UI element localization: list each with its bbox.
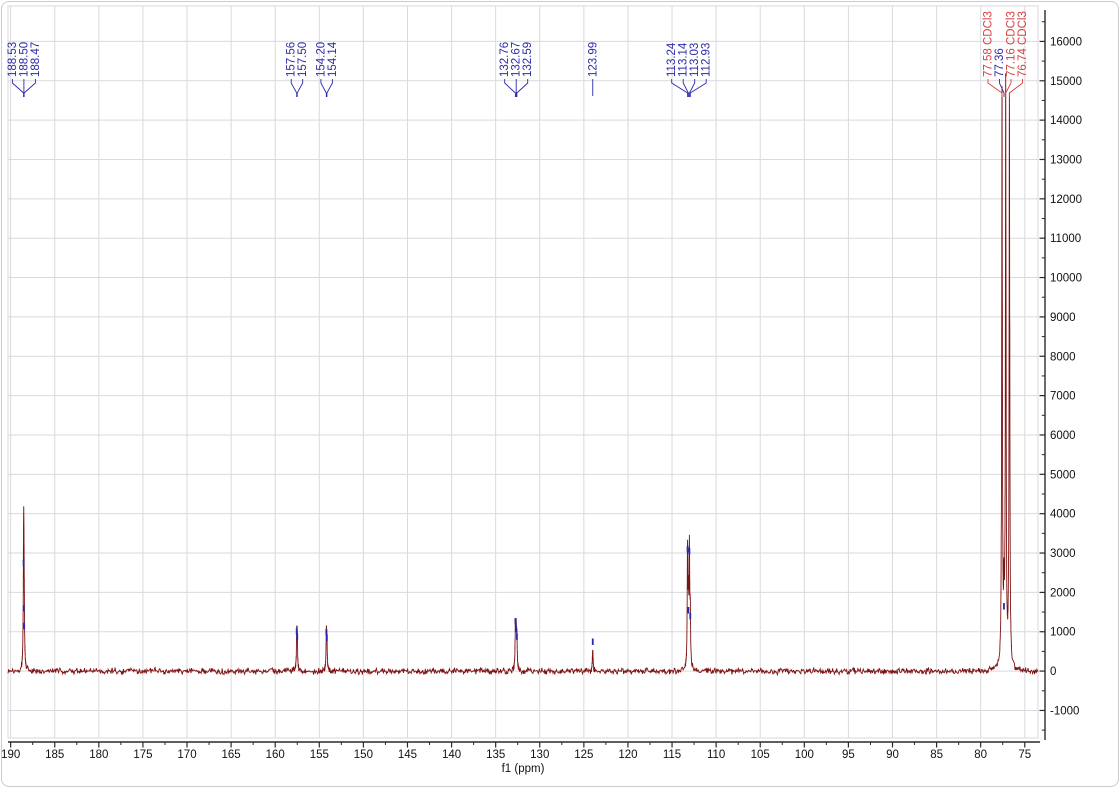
peak-label-connector — [517, 79, 528, 97]
x-axis-title: f1 (ppm) — [502, 763, 545, 775]
y-axis-tick-label: 15000 — [1050, 76, 1082, 88]
y-axis-tick-label: 16000 — [1050, 36, 1082, 48]
peak-label-connector — [690, 79, 706, 97]
x-axis-tick-label: 115 — [663, 749, 681, 761]
peak-label[interactable]: 132.76 — [499, 42, 511, 77]
x-axis-tick-label: 145 — [398, 749, 417, 761]
peak-label-connector — [297, 79, 303, 97]
peak-label[interactable]: 154.20 — [315, 42, 327, 77]
x-axis-tick-label: 85 — [930, 749, 943, 761]
peak-label[interactable]: 157.50 — [297, 42, 309, 77]
x-axis-tick-label: 105 — [751, 749, 770, 761]
peak-label[interactable]: 77.16 CDCl3 — [1006, 11, 1018, 77]
x-axis-tick-label: 95 — [842, 749, 855, 761]
y-axis-tick-label: 14000 — [1050, 115, 1082, 127]
peak-label[interactable]: 132.59 — [522, 42, 534, 77]
y-axis-tick-label: 3000 — [1050, 548, 1076, 560]
y-axis-tick-label: 0 — [1050, 666, 1056, 678]
plot-border — [8, 6, 1038, 738]
peak-label[interactable]: 113.03 — [689, 43, 701, 77]
x-axis-tick-label: 150 — [354, 749, 373, 761]
x-axis-tick-label: 175 — [133, 749, 152, 761]
peak-label[interactable]: 154.14 — [327, 41, 339, 77]
peak-label[interactable]: 112.93 — [701, 43, 713, 77]
x-axis-tick-label: 90 — [886, 749, 899, 761]
peak-label-connector — [327, 79, 333, 97]
peak-label[interactable]: 188.50 — [18, 42, 30, 77]
y-axis-tick-label: 11000 — [1050, 233, 1081, 245]
y-axis-tick-label: 2000 — [1050, 587, 1076, 599]
y-axis-tick-label: 7000 — [1050, 391, 1076, 403]
peak-label-connector — [1006, 79, 1011, 97]
peak-label[interactable]: 113.14 — [678, 42, 690, 77]
peak-label-connector — [672, 79, 688, 97]
x-axis-tick-label: 135 — [486, 749, 505, 761]
x-axis-tick-label: 165 — [222, 749, 241, 761]
nmr-spectrum-canvas[interactable]: 190 185 180 175 170 165 160 155 150 145 140 135 130 1… — [0, 0, 1120, 788]
x-axis-tick-label: 130 — [530, 749, 549, 761]
x-axis-tick-label: 185 — [45, 749, 64, 761]
x-axis-tick-label: 110 — [707, 749, 725, 761]
x-axis-tick-label: 100 — [795, 749, 814, 761]
peak-label[interactable]: 157.56 — [286, 42, 298, 77]
spectrum-plot[interactable]: 190 185 180 175 170 165 160 155 150 145 140 135 130 1… — [0, 0, 1120, 788]
y-axis-tick-label: 10000 — [1050, 273, 1082, 285]
peak-label-connector — [505, 79, 516, 97]
x-axis-tick-label: 140 — [442, 749, 461, 761]
peak-label-connector — [12, 79, 23, 97]
peak-label[interactable]: 76.74 CDCl3 — [1017, 11, 1029, 77]
y-axis-tick-label: 13000 — [1050, 154, 1082, 166]
x-axis-tick-label: 170 — [177, 749, 196, 761]
y-axis-tick-label: 6000 — [1050, 430, 1076, 442]
peak-label-connector — [321, 79, 326, 97]
peak-label[interactable]: 77.36 — [994, 48, 1006, 77]
x-axis-tick-label: 125 — [574, 749, 593, 761]
peak-label[interactable]: 77.58 CDCl3 — [983, 11, 995, 77]
peak-label[interactable]: 132.67 — [511, 42, 523, 77]
peak-label[interactable]: 113.24 — [666, 42, 678, 77]
y-axis-tick-label: -1000 — [1050, 705, 1079, 717]
y-axis-tick-label: 12000 — [1050, 194, 1082, 206]
x-axis-tick-label: 190 — [1, 749, 20, 761]
peak-label-connector — [24, 79, 35, 97]
x-axis-tick-label: 155 — [310, 749, 329, 761]
y-axis-tick-label: 5000 — [1050, 469, 1076, 481]
y-axis-tick-label: 8000 — [1050, 351, 1076, 363]
spectrum-trace — [8, 73, 1038, 675]
x-axis-tick-label: 75 — [1018, 749, 1031, 761]
x-axis-tick-label: 120 — [618, 749, 637, 761]
peak-label-connector — [291, 79, 297, 97]
peak-label[interactable]: 188.47 — [30, 42, 42, 77]
x-axis-tick-label: 180 — [89, 749, 108, 761]
x-axis-tick-label: 160 — [266, 749, 285, 761]
y-axis-tick-label: 4000 — [1050, 509, 1076, 521]
y-axis-tick-label: 1000 — [1050, 627, 1076, 639]
y-axis-tick-label: 9000 — [1050, 312, 1076, 324]
x-axis-tick-label: 80 — [974, 749, 987, 761]
peak-label[interactable]: 188.53 — [7, 42, 19, 77]
peak-label[interactable]: 123.99 — [587, 42, 599, 77]
